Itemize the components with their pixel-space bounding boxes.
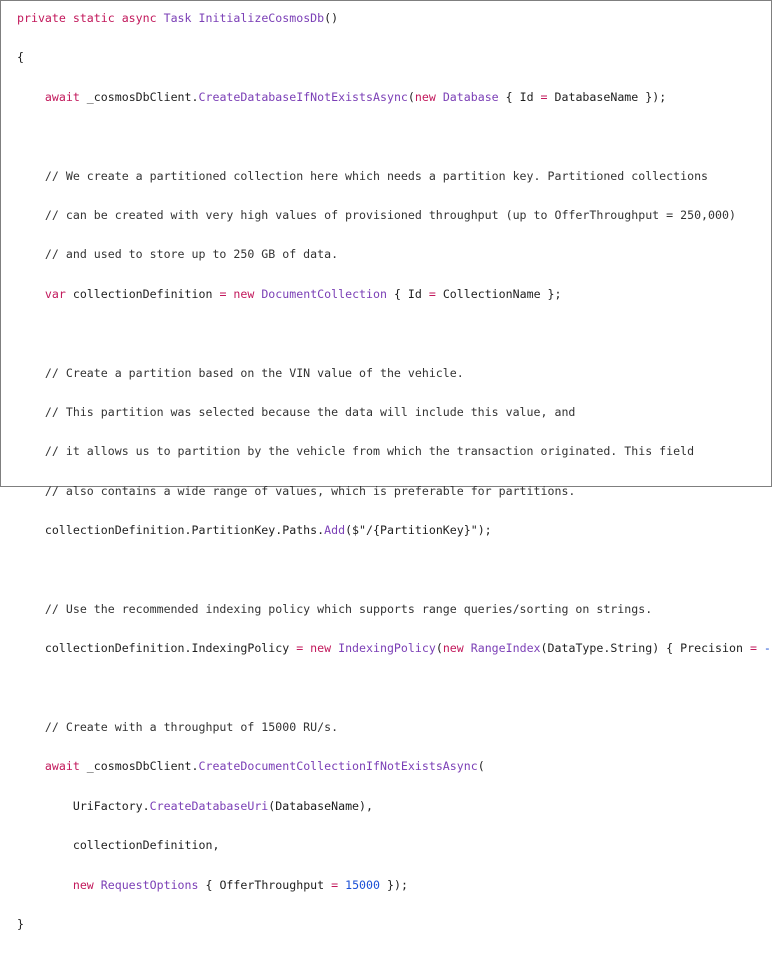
code-token: var <box>44 286 66 301</box>
code-token: } <box>17 916 24 931</box>
code-token: _cosmosDbClient. <box>79 759 199 774</box>
code-token: new <box>442 641 471 656</box>
code-line: // can be created with very high values … <box>17 206 772 226</box>
code-token: ( <box>407 89 415 104</box>
code-token: CollectionName }; <box>435 286 562 301</box>
code-line: new RequestOptions { OfferThroughput = 1… <box>17 876 772 896</box>
code-token: private static async <box>17 11 164 25</box>
code-token: Task <box>163 11 199 25</box>
code-token: DatabaseName }); <box>547 89 667 104</box>
code-token: Add <box>324 523 346 538</box>
code-token: IndexingPolicy <box>338 641 436 656</box>
code-line: // and used to store up to 250 GB of dat… <box>17 245 772 265</box>
code-token: // also contains a wide range of values,… <box>17 483 576 498</box>
code-token: = <box>540 89 548 104</box>
code-token: // Create a partition based on the VIN v… <box>17 365 464 380</box>
code-token: await <box>44 89 80 104</box>
code-token: = <box>296 641 304 656</box>
code-line: { <box>17 48 772 68</box>
code-line: // also contains a wide range of values,… <box>17 482 772 502</box>
code-token: // This partition was selected because t… <box>17 404 576 419</box>
code-token: RangeIndex <box>470 641 541 656</box>
code-block: private static async Task InitializeCosm… <box>17 9 772 954</box>
code-token: -1 <box>763 641 772 656</box>
code-token: () <box>324 11 339 25</box>
code-token: collectionDefinition.PartitionKey.Paths. <box>17 523 325 538</box>
code-line: var collectionDefinition = new DocumentC… <box>17 285 772 305</box>
code-token: { <box>17 50 24 65</box>
code-line: await _cosmosDbClient.CreateDatabaseIfNo… <box>17 88 772 108</box>
code-line: // Create with a throughput of 15000 RU/… <box>17 718 772 738</box>
code-line: } <box>17 915 772 935</box>
code-line: collectionDefinition.IndexingPolicy = ne… <box>17 639 772 659</box>
code-token: RequestOptions <box>100 877 199 892</box>
code-token: // Use the recommended indexing policy w… <box>17 601 653 616</box>
code-token: ($"/{PartitionKey}"); <box>345 523 492 538</box>
code-token: (DatabaseName), <box>268 798 373 813</box>
code-snippet-frame: private static async Task InitializeCosm… <box>0 0 772 931</box>
code-token: Database <box>442 89 499 104</box>
code-line: UriFactory.CreateDatabaseUri(DatabaseNam… <box>17 797 772 817</box>
code-token: { OfferThroughput <box>198 877 332 892</box>
code-token: // We create a partitioned collection he… <box>17 168 709 183</box>
code-token: await <box>44 759 80 774</box>
code-token: collectionDefinition <box>65 286 220 301</box>
code-token: CreateDatabaseIfNotExistsAsync <box>198 89 408 104</box>
code-token: 15000 <box>345 877 380 892</box>
code-line: // Use the recommended indexing policy w… <box>17 600 772 620</box>
code-line: // This partition was selected because t… <box>17 403 772 423</box>
code-line: collectionDefinition.PartitionKey.Paths.… <box>17 521 772 541</box>
code-token: new <box>310 641 339 656</box>
code-token: collectionDefinition, <box>17 838 220 853</box>
code-line: await _cosmosDbClient.CreateDocumentColl… <box>17 757 772 777</box>
code-token: CreateDocumentCollectionIfNotExistsAsync <box>198 759 478 774</box>
code-token: ( <box>477 759 485 774</box>
code-token: new <box>233 286 262 301</box>
code-line: // Create a partition based on the VIN v… <box>17 364 772 384</box>
code-token: // it allows us to partition by the vehi… <box>17 444 695 459</box>
code-token: { Id <box>498 89 541 104</box>
code-token: DocumentCollection <box>261 286 387 301</box>
code-line: // We create a partitioned collection he… <box>17 167 772 187</box>
code-token: = <box>428 286 436 301</box>
code-token: _cosmosDbClient. <box>79 89 199 104</box>
code-token: // can be created with very high values … <box>17 207 736 222</box>
code-token: InitializeCosmosDb <box>198 11 325 25</box>
code-line: collectionDefinition, <box>17 836 772 856</box>
code-token: ( <box>435 641 443 656</box>
code-line: private static async Task InitializeCosm… <box>17 9 772 29</box>
code-token: (DataType.String) { Precision <box>540 641 750 656</box>
code-token: // Create with a throughput of 15000 RU/… <box>17 720 339 735</box>
code-token: CreateDatabaseUri <box>149 798 269 813</box>
code-token: new <box>414 89 443 104</box>
code-token: // and used to store up to 250 GB of dat… <box>17 247 339 262</box>
code-token: }); <box>380 877 408 892</box>
code-token: collectionDefinition.IndexingPolicy <box>17 641 297 656</box>
code-token: UriFactory. <box>17 798 150 813</box>
code-token: { Id <box>386 286 429 301</box>
code-line: // it allows us to partition by the vehi… <box>17 442 772 462</box>
code-token: = <box>331 877 339 892</box>
code-token: = <box>749 641 757 656</box>
code-token: new <box>72 877 101 892</box>
